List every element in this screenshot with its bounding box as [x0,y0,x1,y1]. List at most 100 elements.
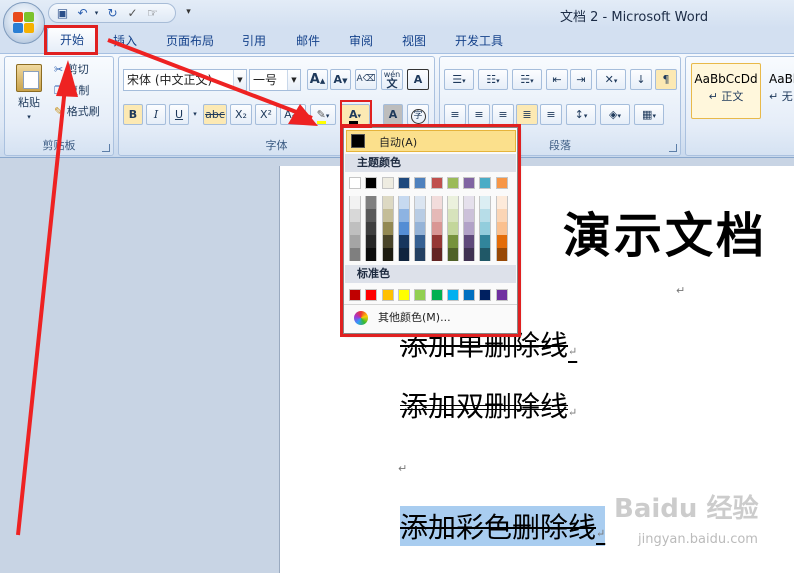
tab-developer[interactable]: 开发工具 [455,32,503,49]
numbering-dropdown-icon: ▾ [496,77,500,85]
tab-mailings[interactable]: 邮件 [296,32,320,49]
style-normal[interactable]: AaBbCcDd ↵ 正文 [691,63,761,119]
copy-button[interactable]: ❐ 复制 [53,80,111,101]
sort-icon[interactable]: ↓ [630,69,652,90]
subscript-button[interactable]: X₂ [230,104,252,125]
style-no-spacing[interactable]: AaBl ↵ 无 [764,63,794,119]
paragraph-launcher-icon[interactable] [669,144,677,152]
highlighter-icon: ✎ [316,108,326,124]
clipboard-launcher-icon[interactable] [102,144,110,152]
font-name-value: 宋体 (中文正文) [127,73,213,87]
align-right-icon[interactable]: ≡ [492,104,514,125]
italic-button[interactable]: I [146,104,166,125]
undo-dropdown-icon[interactable]: ▾ [89,6,104,21]
align-center-icon[interactable]: ≡ [468,104,490,125]
paragraph-mark: ↵ [676,284,686,297]
grow-font-button[interactable]: A▲ [307,69,328,90]
clipboard-group-label: 剪贴板 [42,139,76,152]
document-title[interactable]: 演示文档 [563,196,767,266]
double-strike-label: 添加双删除线 [400,390,569,423]
highlight-color-button[interactable]: ✎▾ [310,104,336,125]
font-name-combo[interactable]: 宋体 (中文正文) ▼ [123,69,247,91]
strike-rule [400,404,569,406]
shading-dropdown-icon: ▾ [617,112,621,120]
shrink-font-button[interactable]: A▼ [330,69,351,90]
strikethrough-button[interactable]: abc [203,104,227,125]
paragraph-mark: ↵ [596,527,606,540]
change-case-button[interactable]: Aa▾ [280,104,306,125]
format-painter-label: 格式刷 [66,105,100,118]
chinese-layout-icon: ✕ [604,73,614,86]
shading-button[interactable]: ◈▾ [600,104,630,125]
tab-page-layout[interactable]: 页面布局 [166,32,214,49]
ribbon-tab-bar: 插入 页面布局 引用 邮件 审阅 视图 开发工具 [0,28,794,53]
save-icon[interactable]: ▣ [55,6,70,21]
clear-format-icon[interactable]: A⌫ [355,69,377,90]
distributed-icon[interactable]: ≡ [540,104,562,125]
borders-dropdown-icon: ▾ [652,112,656,120]
char-shading-button[interactable]: A [383,104,403,125]
paragraph-mark: ↵ [568,345,578,358]
clipboard-icon [16,64,42,92]
char-border-button[interactable]: A [407,69,429,90]
office-button[interactable] [3,2,45,44]
multilevel-list-button[interactable]: ☵▾ [512,69,542,90]
show-marks-icon[interactable]: ¶ [655,69,677,90]
enclose-char-button[interactable]: 字 [407,104,429,125]
phonetic-guide-button[interactable]: wén 文 [381,69,403,90]
chinese-layout-button[interactable]: ✕▾ [596,69,626,90]
align-left-icon[interactable]: ≡ [444,104,466,125]
undo-icon[interactable]: ↶ [75,6,90,21]
touch-mode-icon[interactable]: ☞ [145,6,160,21]
enclose-char-icon: 字 [410,109,426,124]
line-spacing-dropdown-icon: ▾ [583,112,588,120]
highlight-box-home-tab [44,25,98,55]
multilevel-dropdown-icon: ▾ [530,77,534,85]
numbering-button[interactable]: ☷▾ [478,69,508,90]
tab-view[interactable]: 视图 [402,32,426,49]
double-strike-line[interactable]: 添加双删除线 ↵ [400,385,577,425]
tab-references[interactable]: 引用 [242,32,266,49]
format-painter-button[interactable]: ✎ 格式刷 [53,101,113,122]
decrease-indent-icon[interactable]: ⇤ [546,69,568,90]
format-painter-icon: ✎ [54,105,64,118]
paragraph-mark: ↵ [398,462,408,475]
justify-icon[interactable]: ≣ [516,104,538,125]
underline-dropdown-icon[interactable]: ▾ [189,104,201,125]
paragraph-mark: ↵ [568,406,578,419]
chinese-layout-dropdown-icon: ▾ [613,77,618,85]
bullets-button[interactable]: ☰▾ [444,69,474,90]
superscript-button[interactable]: X² [255,104,277,125]
font-size-dropdown-icon[interactable]: ▼ [287,70,300,90]
numbering-icon: ☷ [486,73,497,86]
styles-group: AaBbCcDd ↵ 正文 AaBl ↵ 无 [685,56,794,156]
underline-button[interactable]: U [169,104,189,125]
watermark-url: jingyan.baidu.com [638,532,758,547]
font-size-combo[interactable]: 一号 ▼ [249,69,301,91]
tab-review[interactable]: 审阅 [349,32,373,49]
scissors-icon: ✂ [54,63,64,76]
increase-indent-icon[interactable]: ⇥ [570,69,592,90]
font-name-dropdown-icon[interactable]: ▼ [233,70,246,90]
watermark-brand: Baidu 经验 [614,494,759,524]
quick-access-toolbar: ▣ ↶ ▾ ↻ ✓ ☞ [48,3,176,23]
line-spacing-button[interactable]: ↕▾ [566,104,596,125]
tab-insert[interactable]: 插入 [113,32,137,49]
style-normal-preview: AaBbCcDd [694,72,758,86]
color-strike-text: 添加彩色删除线 [400,511,597,544]
bold-button[interactable]: B [123,104,143,125]
cut-button[interactable]: ✂ 剪切 [53,59,111,80]
cut-label: 剪切 [66,63,89,76]
redo-icon[interactable]: ↻ [105,6,120,21]
spelling-icon[interactable]: ✓ [125,6,140,21]
baidu-watermark: Baidu 经验 jingyan.baidu.com [614,488,792,558]
customize-qat-icon[interactable]: ▾ [181,5,196,20]
strike-rule [400,409,569,411]
bullets-dropdown-icon: ▾ [462,77,466,85]
paste-button[interactable]: 粘贴 ▾ [11,61,47,133]
color-strike-line[interactable]: 添加彩色删除线↵ [400,506,606,546]
line-spacing-icon: ↕ [574,108,584,121]
borders-button[interactable]: ▦▾ [634,104,664,125]
paste-dropdown-icon: ▾ [27,113,31,121]
style-no-spacing-preview: AaBl [769,72,794,86]
